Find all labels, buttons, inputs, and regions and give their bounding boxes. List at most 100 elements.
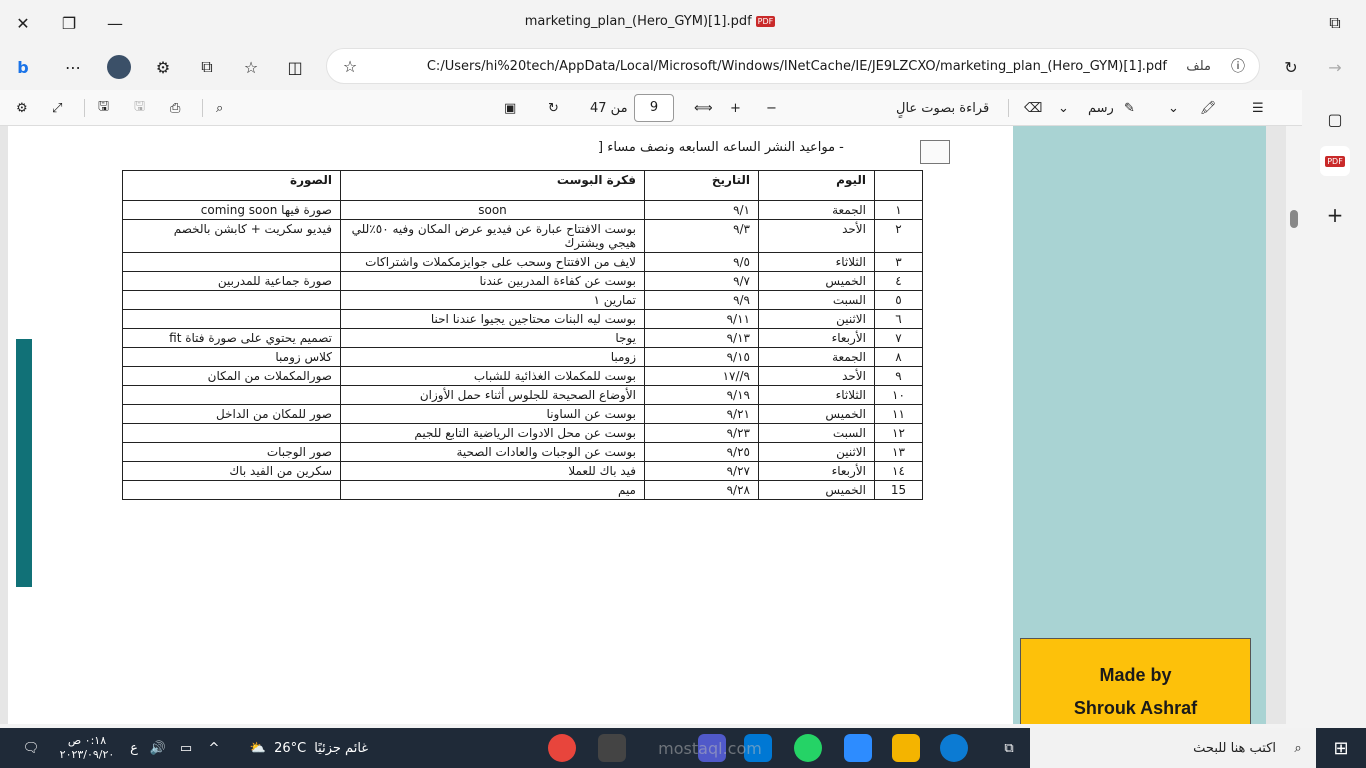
table-row: ١٠ الثلاثاء ٩/١٩ الأوضاع الصحيحة للجلوس أثن… [122,385,923,405]
cell: ٩/٢٣ [644,423,759,443]
cell: ٩//١٧ [644,366,759,386]
decorative-bar [16,339,32,587]
chevron-down-icon-2[interactable]: ⌄ [1168,96,1179,120]
whatsapp-icon[interactable] [794,734,822,762]
cell: ٩/١ [644,200,759,220]
cell: ١٣ [874,442,923,462]
save-icon[interactable]: 🖫 [134,96,145,120]
store-icon[interactable] [598,734,626,762]
header-image: الصورة [122,170,341,201]
edge-icon[interactable] [940,734,968,762]
table-row: ٨ الجمعة ٩/١٥ زومبا كلاس زومبا [122,347,923,367]
more-icon[interactable]: ⋯ [58,52,88,82]
language-indicator[interactable]: ع [124,728,144,768]
draw-button[interactable]: رسم [1088,96,1114,120]
split-screen-icon[interactable]: ◫ [280,52,310,82]
pdf-tab-icon[interactable]: PDF [1325,155,1345,167]
notifications-icon[interactable]: 🗨 [16,728,46,768]
address-bar[interactable]: ☆ C:/Users/hi%20tech/AppData/Local/Micro… [326,48,1260,84]
chevron-up-icon[interactable]: ^ [204,728,224,768]
search-box[interactable]: اكتب هنا للبحث [1030,728,1316,768]
cell: الأوضاع الصحيحة للجلوس أثناء حمل الأوزان [340,385,645,405]
table-row: ٤ الخميس ٩/٧ بوست عن كفاءة المدربين عندنا صو… [122,271,923,291]
window-title: marketing_plan_(Hero_GYM)[1].pdf PDF [524,14,776,29]
cell: الأحد [758,219,875,253]
weather-widget[interactable]: ⛅ 26°C غائم جزئيًا [244,728,374,768]
eraser-icon[interactable]: ⌫ [1024,96,1042,120]
extensions-icon[interactable]: ⚙ [148,52,178,82]
info-icon[interactable]: ⓘ [1223,51,1253,81]
cell: ٩/١٣ [644,328,759,348]
fit-width-icon[interactable]: ⟺ [694,96,713,120]
cell: صورة فيها coming soon [122,200,341,220]
print-icon[interactable]: ⎙ [170,96,180,120]
avatar[interactable] [104,52,134,82]
collections-icon[interactable]: ⧉ [1320,8,1350,38]
cell: soon [340,200,645,220]
favorites-icon[interactable]: ☆ [236,52,266,82]
clock[interactable]: ٠:١٨ ص ٢٠٢٣/٠٩/٢٠ [52,728,122,768]
cell [122,480,341,500]
chevron-down-icon[interactable]: ⌄ [1058,96,1069,120]
cell: صورة جماعية للمدربين [122,271,341,291]
add-icon[interactable]: + [1320,200,1350,230]
sidebar-window-icon[interactable]: ▢ [1320,104,1350,134]
cell: الخميس [758,271,875,291]
cell [122,385,341,405]
table-row: ٦ الاثنين ٩/١١ بوست ليه البنات محتاجين يجيو… [122,309,923,329]
table-row: ١٢ السبت ٩/٢٣ بوست عن محل الادوات الرياضية … [122,423,923,443]
save-as-icon[interactable]: 🖫 [98,96,109,120]
cell: صور للمكان من الداخل [122,404,341,424]
cell: الأربعاء [758,461,875,481]
search-icon[interactable]: ⌕ [216,96,223,120]
cell: ٩/١٥ [644,347,759,367]
zoom-out-icon[interactable]: − [766,96,777,120]
read-aloud-button[interactable]: قراءة بصوت عالٍ [896,96,989,120]
cell: 15 [874,480,923,500]
cell: كلاس زومبا [122,347,341,367]
cell: الخميس [758,404,875,424]
cell [122,252,341,272]
task-view-icon[interactable]: ⧉ [994,728,1024,768]
cell: ١ [874,200,923,220]
cell: صورالمكملات من المكان [122,366,341,386]
url-text[interactable]: C:/Users/hi%20tech/AppData/Local/Microso… [327,59,1167,74]
tab-actions-icon[interactable]: ⧉ [192,52,222,82]
battery-icon[interactable]: ▭ [176,728,196,768]
refresh-icon[interactable]: ↻ [1276,52,1306,82]
volume-icon[interactable]: 🔊 [148,728,168,768]
scrollbar-thumb[interactable] [1290,210,1298,228]
cell: الاثنين [758,442,875,462]
rotate-icon[interactable]: ↻ [548,96,559,120]
header-num [874,170,923,201]
settings-icon[interactable]: ⚙ [16,96,28,120]
chrome-icon[interactable] [548,734,576,762]
bing-icon[interactable]: b [8,52,38,82]
draw-icon[interactable]: ✎ [1124,96,1135,120]
zoom-in-icon[interactable]: + [730,96,741,120]
scrollbar[interactable] [1286,126,1302,724]
cell [122,423,341,443]
page-number-input[interactable]: 9 [634,94,674,122]
cell: ٥ [874,290,923,310]
cell: ٩/١٩ [644,385,759,405]
cell: ٣ [874,252,923,272]
forward-icon[interactable]: → [1320,52,1350,82]
contents-icon[interactable]: ☰ [1252,96,1264,120]
file-explorer-icon[interactable] [892,734,920,762]
cell: بوست عن كفاءة المدربين عندنا [340,271,645,291]
highlight-icon[interactable]: 🖍 [1200,96,1217,120]
cell: تصميم يحتوي على صورة فتاة fit [122,328,341,348]
cell: ٩/٢٨ [644,480,759,500]
zoom-icon[interactable] [844,734,872,762]
search-icon-taskbar[interactable]: ⌕ [1286,728,1310,768]
cell [122,309,341,329]
header-day: اليوم [758,170,875,201]
table-row: ٣ الثلاثاء ٩/٥ لايف من الافتتاح وسحب على جو… [122,252,923,272]
cell: بوست للمكملات الغذائية للشباب [340,366,645,386]
windows-icon[interactable]: ⊞ [1326,728,1356,768]
cell: ٩/٢١ [644,404,759,424]
page-view-icon[interactable]: ▣ [504,96,516,120]
fullscreen-icon[interactable]: ⤢ [52,96,62,120]
header-idea: فكرة البوست [340,170,645,201]
